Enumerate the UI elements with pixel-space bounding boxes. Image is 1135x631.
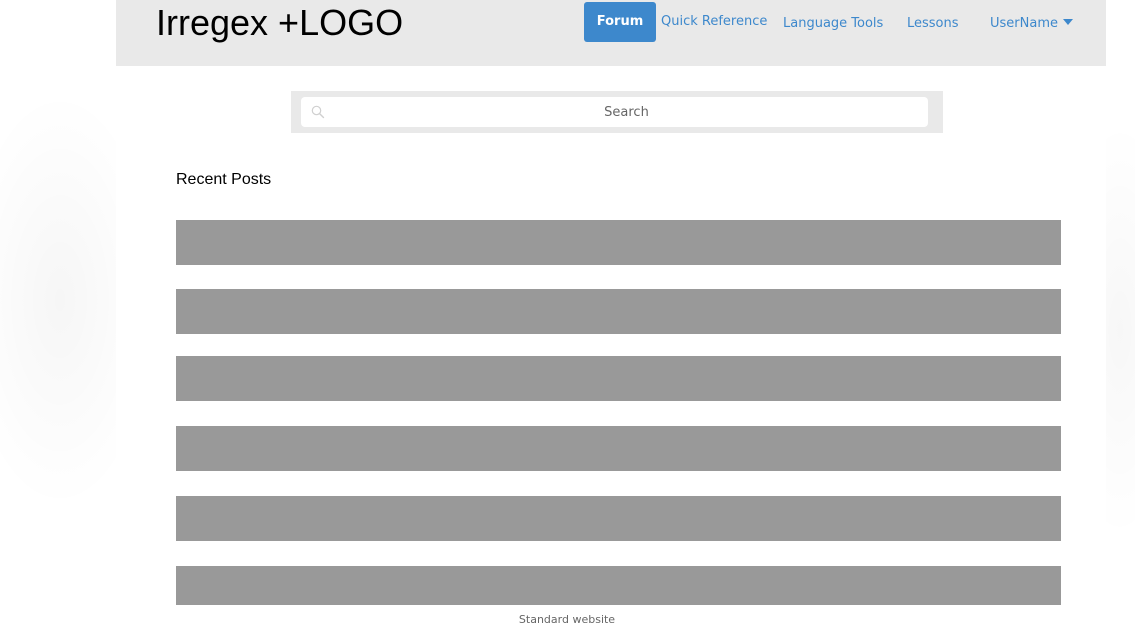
user-name-label: UserName (990, 16, 1058, 31)
nav-lessons-link[interactable]: Lessons (907, 14, 959, 34)
page: Irregex +LOGO Forum Quick Reference Lang… (116, 0, 1106, 631)
chevron-down-icon (1062, 19, 1073, 25)
search-icon (311, 105, 325, 119)
post-placeholder-3[interactable] (176, 356, 1061, 401)
search-input[interactable] (335, 97, 918, 127)
post-placeholder-2[interactable] (176, 289, 1061, 334)
nav-quick-reference-link[interactable]: Quick Reference (661, 12, 767, 32)
nav-language-tools-link[interactable]: Language Tools (783, 14, 883, 34)
post-placeholder-4[interactable] (176, 426, 1061, 471)
site-logo[interactable]: Irregex +LOGO (156, 2, 403, 44)
post-placeholder-1[interactable] (176, 220, 1061, 265)
search-bar (291, 91, 943, 133)
footer-text: Standard website (518, 613, 616, 626)
site-header: Irregex +LOGO Forum Quick Reference Lang… (116, 0, 1106, 66)
search-box[interactable] (301, 97, 928, 127)
nav-forum-button[interactable]: Forum (584, 2, 656, 42)
post-placeholder-6[interactable] (176, 566, 1061, 605)
post-placeholder-5[interactable] (176, 496, 1061, 541)
recent-posts-title: Recent Posts (176, 171, 272, 188)
user-menu[interactable]: UserName (990, 14, 1073, 34)
